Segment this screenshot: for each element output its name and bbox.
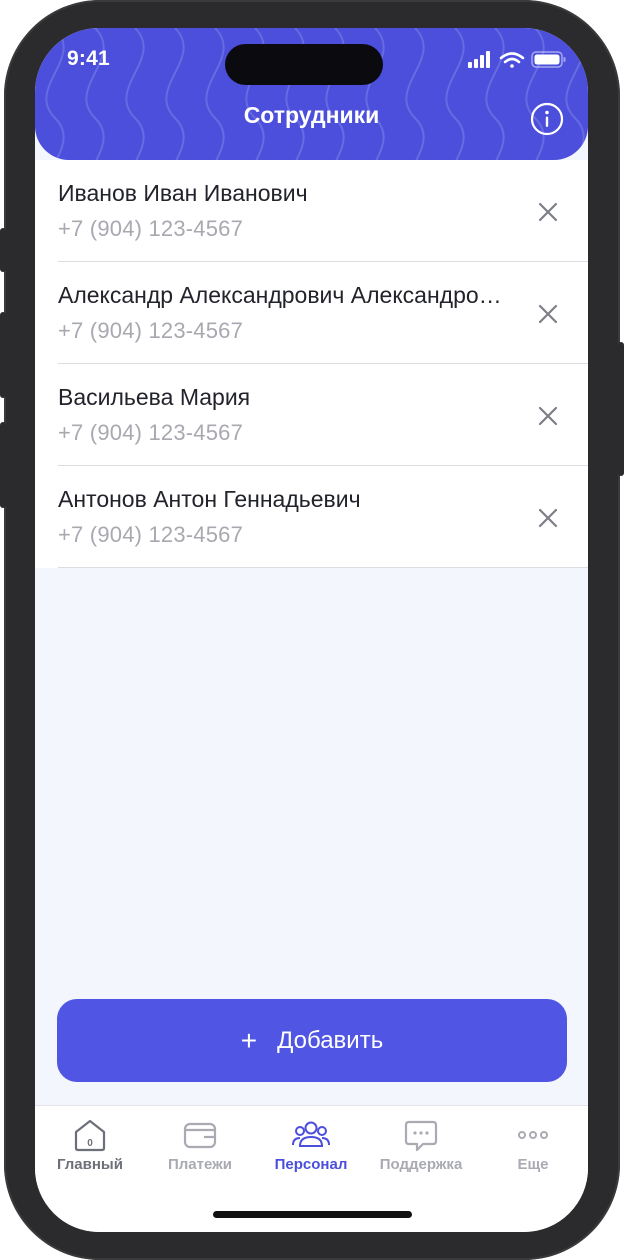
employee-phone: +7 (904) 123-4567 bbox=[58, 522, 244, 547]
employee-phone: +7 (904) 123-4567 bbox=[58, 216, 244, 241]
page-title: Сотрудники bbox=[243, 102, 380, 128]
tab-label: Платежи bbox=[168, 1156, 232, 1173]
employee-list: Иванов Иван Иванович +7 (904) 123-4567 А… bbox=[35, 160, 588, 568]
tab-home[interactable]: 0 Главный bbox=[35, 1118, 145, 1173]
close-icon[interactable] bbox=[534, 402, 562, 430]
tab-payments[interactable]: Платежи bbox=[145, 1118, 255, 1173]
tab-more[interactable]: Еще bbox=[478, 1118, 588, 1173]
wifi-icon bbox=[499, 52, 525, 68]
home-indicator bbox=[213, 1211, 412, 1218]
tab-label: Главный bbox=[57, 1156, 123, 1173]
tab-label: Поддержка bbox=[379, 1156, 463, 1173]
list-item[interactable]: Александр Александрович Александрович +7… bbox=[35, 262, 588, 364]
info-icon[interactable] bbox=[530, 102, 564, 136]
close-icon[interactable] bbox=[534, 198, 562, 226]
add-button-label: Добавить bbox=[277, 1026, 384, 1054]
battery-icon bbox=[531, 51, 566, 68]
tab-staff[interactable]: Персонал bbox=[256, 1118, 366, 1173]
status-icons bbox=[468, 51, 566, 68]
home-icon: 0 bbox=[74, 1119, 106, 1152]
svg-text:0: 0 bbox=[87, 1138, 93, 1149]
employee-name: Антонов Антон Геннадьевич bbox=[58, 486, 361, 512]
screen: 9:41 Сотрудники Иванов Иван Иванович +7 … bbox=[35, 28, 588, 1232]
power-button bbox=[618, 342, 624, 476]
signal-icon bbox=[468, 51, 490, 68]
volume-up-button bbox=[0, 312, 6, 398]
add-employee-button[interactable]: + Добавить bbox=[57, 999, 567, 1082]
volume-down-button bbox=[0, 422, 6, 508]
list-item[interactable]: Антонов Антон Геннадьевич +7 (904) 123-4… bbox=[35, 466, 588, 568]
divider bbox=[58, 567, 588, 568]
chat-icon bbox=[404, 1120, 438, 1152]
close-icon[interactable] bbox=[534, 300, 562, 328]
tab-label: Персонал bbox=[274, 1156, 348, 1173]
more-icon bbox=[518, 1131, 548, 1139]
employee-name: Иванов Иван Иванович bbox=[58, 180, 308, 206]
header: 9:41 Сотрудники bbox=[35, 28, 588, 160]
employee-name: Васильева Мария bbox=[58, 384, 251, 410]
employee-phone: +7 (904) 123-4567 bbox=[58, 420, 244, 445]
list-item[interactable]: Иванов Иван Иванович +7 (904) 123-4567 bbox=[35, 160, 588, 262]
people-icon bbox=[292, 1121, 330, 1147]
status-time: 9:41 bbox=[67, 47, 110, 70]
employee-phone: +7 (904) 123-4567 bbox=[58, 318, 244, 343]
plus-icon: + bbox=[240, 1024, 258, 1056]
employee-name: Александр Александрович Александрович bbox=[58, 282, 508, 308]
close-icon[interactable] bbox=[534, 504, 562, 532]
list-item[interactable]: Васильева Мария +7 (904) 123-4567 bbox=[35, 364, 588, 466]
tab-support[interactable]: Поддержка bbox=[366, 1118, 476, 1173]
wallet-icon bbox=[183, 1122, 217, 1149]
dynamic-island bbox=[225, 44, 383, 85]
tab-label: Еще bbox=[517, 1156, 549, 1173]
mute-switch bbox=[0, 228, 6, 272]
